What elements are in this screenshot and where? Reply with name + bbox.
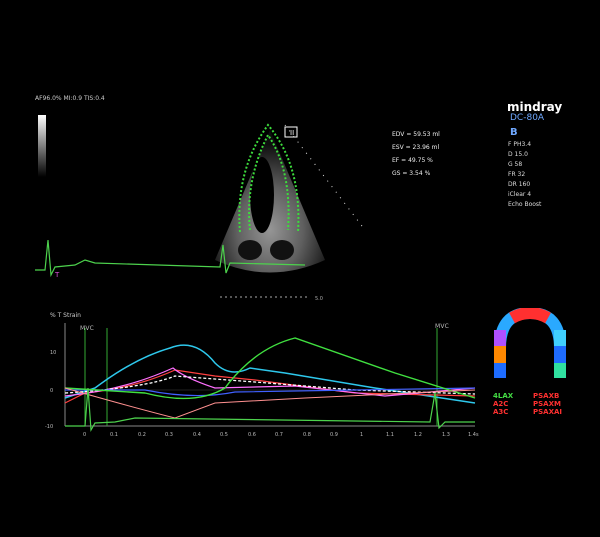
view-a3c: A3C xyxy=(493,408,509,416)
imaging-parameters: F PH3.4 D 15.0 G 58 FR 32 DR 160 iClear … xyxy=(508,140,588,210)
x-tick: 1.1 xyxy=(386,432,394,438)
x-tick: 1.4s xyxy=(468,432,479,438)
view-4lax: 4LAX xyxy=(493,392,514,400)
view-a2c: A2C xyxy=(493,400,509,408)
lv-cavity xyxy=(250,157,274,233)
y-tick-10: 10 xyxy=(50,350,57,356)
segment-map-icon xyxy=(494,308,566,378)
x-tick: 0.3 xyxy=(165,432,173,438)
param-echo-boost: Echo Boost xyxy=(508,201,542,208)
view-psaxm: PSAXM xyxy=(533,400,561,408)
x-tick: 0.7 xyxy=(275,432,283,438)
param-frequency: F PH3.4 xyxy=(508,141,532,148)
svg-text:5.0: 5.0 xyxy=(315,296,323,302)
x-tick: 0.1 xyxy=(110,432,118,438)
brand-logo: mindray xyxy=(507,100,563,114)
device-model: DC-80A xyxy=(510,113,545,123)
param-dynamic-range: DR 160 xyxy=(508,181,531,188)
x-tick: 0.5 xyxy=(220,432,228,438)
param-gain: G 58 xyxy=(508,161,523,168)
imaging-mode: B xyxy=(510,127,518,138)
acoustic-output-info: AF96.0% MI:0.9 TIS:0.4 xyxy=(35,95,105,102)
svg-text:T: T xyxy=(54,271,60,279)
mvc-label-left: MVC xyxy=(80,325,95,332)
svg-text:II: II xyxy=(290,129,294,137)
view-psaxai: PSAXAI xyxy=(533,408,563,416)
param-depth: D 15.0 xyxy=(508,151,528,158)
grayscale-bar xyxy=(38,115,46,177)
param-frame-rate: FR 32 xyxy=(508,171,526,178)
ecg-trace-top: T xyxy=(35,239,305,279)
y-tick-0: 0 xyxy=(50,388,54,394)
mvc-label-right: MVC xyxy=(435,323,450,330)
segment-legend-left: 4LAX A2C A3C xyxy=(493,392,513,416)
x-tick: 1 xyxy=(360,432,364,438)
strain-graph xyxy=(64,323,476,433)
x-tick: 0.2 xyxy=(138,432,146,438)
x-tick: 0.4 xyxy=(193,432,201,438)
y-tick-neg10: -10 xyxy=(45,424,54,430)
graph-title: % T Strain xyxy=(50,312,81,319)
x-tick: 1.2 xyxy=(414,432,422,438)
x-tick: 1.3 xyxy=(442,432,450,438)
heart-ultrasound-image: II xyxy=(215,123,366,273)
x-tick: 0.9 xyxy=(330,432,338,438)
x-tick: 0.8 xyxy=(303,432,311,438)
x-tick: 0 xyxy=(83,432,87,438)
view-psaxb: PSAXB xyxy=(533,392,560,400)
segment-legend-right: PSAXB PSAXM PSAXAI xyxy=(533,392,562,416)
x-tick: 0.6 xyxy=(248,432,256,438)
lateral-scale: 5.0 xyxy=(220,296,323,302)
param-iclear: iClear 4 xyxy=(508,191,532,198)
